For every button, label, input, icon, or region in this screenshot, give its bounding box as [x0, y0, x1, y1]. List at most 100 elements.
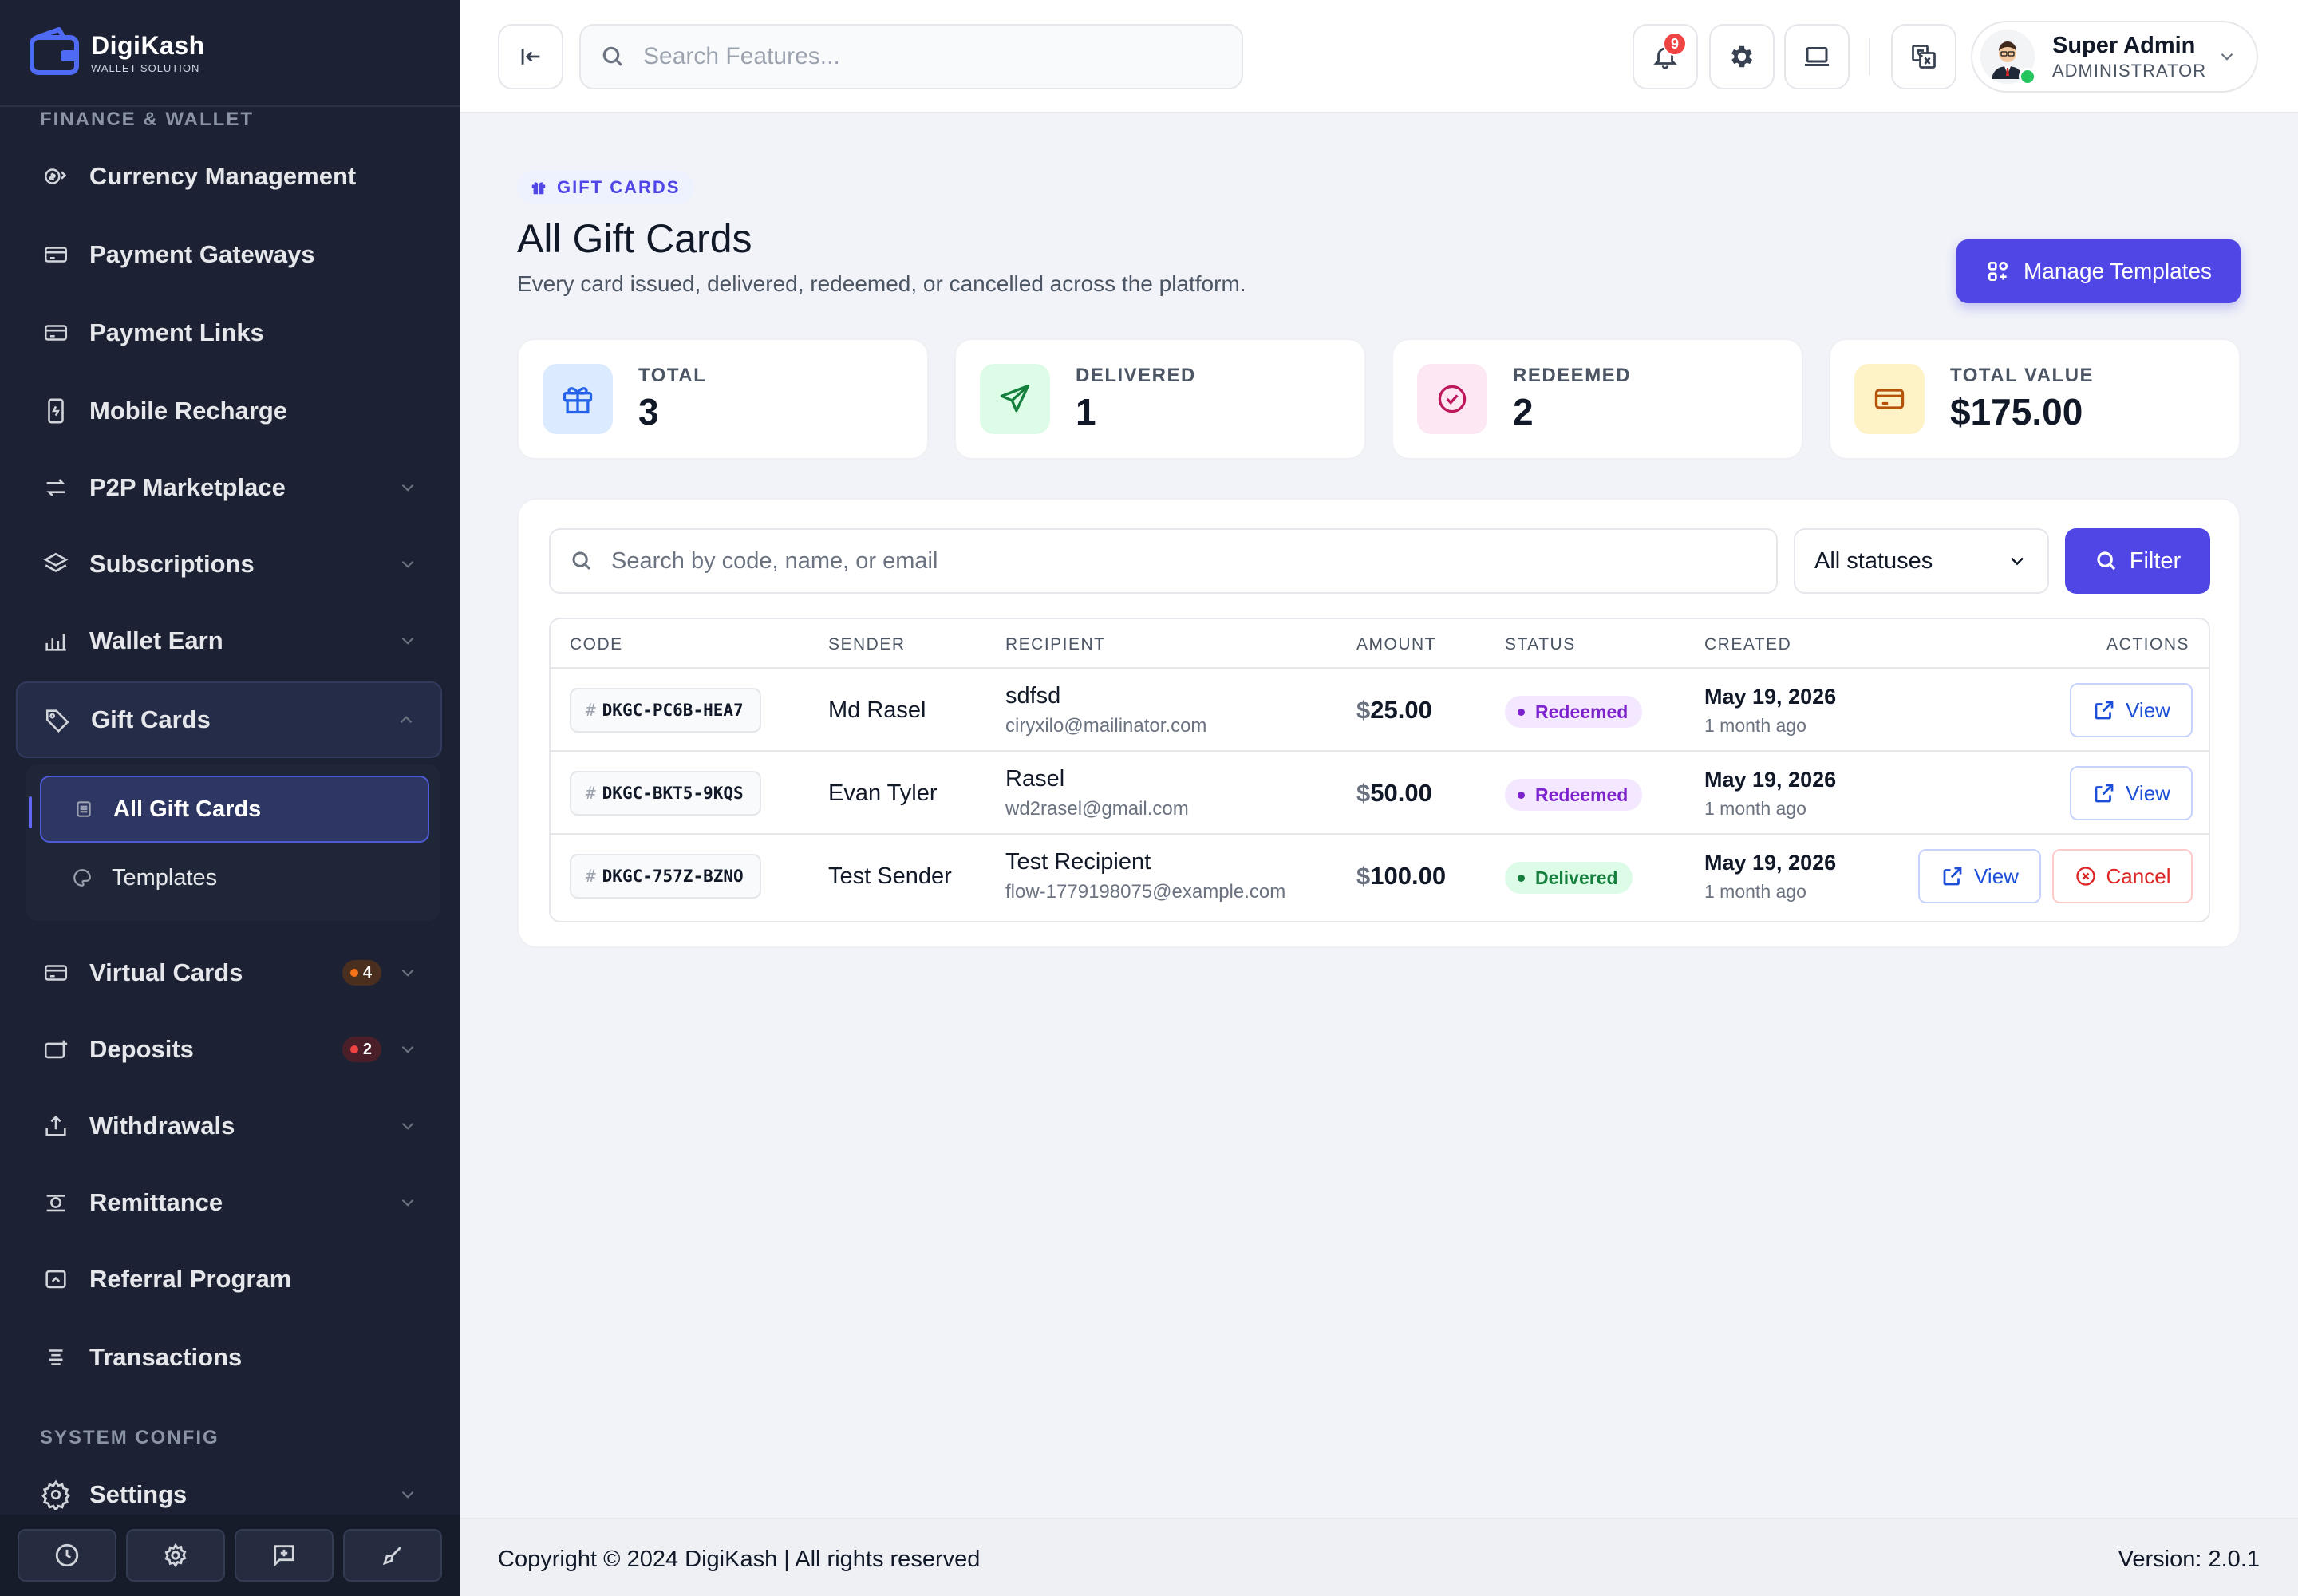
sidebar-item-remittance[interactable]: Remittance: [16, 1167, 442, 1238]
created-relative: 1 month ago: [1704, 798, 1806, 819]
created-relative: 1 month ago: [1704, 715, 1806, 736]
clear-cache-button[interactable]: [343, 1529, 442, 1582]
collapse-left-icon: [521, 49, 540, 65]
manage-templates-button[interactable]: Manage Templates: [1956, 239, 2241, 303]
user-profile-menu[interactable]: Super Admin ADMINISTRATOR: [1971, 21, 2258, 93]
referral-icon: [40, 1263, 72, 1295]
search-icon: [602, 46, 622, 66]
support-button[interactable]: [235, 1529, 334, 1582]
view-button-label: View: [2126, 697, 2170, 722]
cancel-button[interactable]: Cancel: [2052, 849, 2193, 903]
gift-card-code[interactable]: # DKGC-BKT5-9KQS: [570, 771, 761, 816]
view-button-label: View: [1974, 863, 2019, 888]
sidebar-item-label: Subscriptions: [89, 550, 255, 578]
sidebar-item-wallet-earn[interactable]: Wallet Earn: [16, 605, 442, 677]
amount: $100.00: [1356, 862, 1446, 891]
sidebar-item-label: Transactions: [89, 1343, 243, 1371]
tag-icon: [41, 704, 73, 736]
created-date: May 19, 2026: [1704, 685, 1837, 709]
recipient-email: flow-1779198075@example.com: [1005, 881, 1286, 903]
section-system-config: SYSTEM CONFIG: [40, 1427, 219, 1448]
collapse-sidebar-button[interactable]: [498, 24, 563, 89]
message-plus-icon: [274, 1545, 294, 1567]
sidebar-item-payment-links[interactable]: Payment Links: [16, 297, 442, 369]
sidebar-item-gift-cards[interactable]: Gift Cards: [16, 681, 442, 758]
chevron-down-icon: [401, 1045, 414, 1053]
status-badge: Redeemed: [1505, 696, 1643, 728]
table-row: # DKGC-757Z-BZNO Test Sender Test Recipie…: [551, 835, 2209, 918]
chart-icon: [40, 625, 72, 657]
palette-icon: [73, 869, 91, 887]
sidebar-item-label: Wallet Earn: [89, 626, 223, 654]
chevron-down-icon: [2221, 53, 2233, 61]
gift-card-search[interactable]: [549, 528, 1778, 594]
table-row: # DKGC-BKT5-9KQS Evan Tyler Rasel wd2rase…: [551, 752, 2209, 835]
sidebar-item-withdrawals[interactable]: Withdrawals: [16, 1090, 442, 1162]
amount-value: 25.00: [1370, 696, 1432, 724]
brand[interactable]: DigiKash WALLET SOLUTION: [0, 0, 460, 107]
chevron-down-icon: [401, 637, 414, 645]
settings-button[interactable]: [1709, 24, 1775, 89]
table-row: # DKGC-PC6B-HEA7 Md Rasel sdfsd ciryxilo@…: [551, 669, 2209, 752]
upload-icon: [40, 1110, 72, 1142]
stat-label: TOTAL VALUE: [1950, 365, 2095, 386]
broom-icon: [382, 1547, 401, 1566]
sidebar-item-label: Virtual Cards: [89, 958, 243, 986]
sidebar-item-referral-program[interactable]: Referral Program: [16, 1243, 442, 1315]
sidebar-item-label: Gift Cards: [91, 705, 211, 733]
sender-name: Evan Tyler: [828, 780, 938, 806]
feature-search[interactable]: [579, 24, 1243, 89]
status-badge: Redeemed: [1505, 779, 1643, 811]
sidebar: DigiKash WALLET SOLUTION FINANCE & WALLE…: [0, 0, 460, 1596]
card-icon: [40, 239, 72, 271]
feature-search-input[interactable]: [643, 43, 1202, 70]
sidebar-item-label: Payment Gateways: [89, 240, 315, 268]
settings-quick-button[interactable]: [126, 1529, 225, 1582]
brand-tagline: WALLET SOLUTION: [91, 62, 200, 74]
sidebar-item-payment-gateways[interactable]: Payment Gateways: [16, 219, 442, 290]
notifications-button[interactable]: 9: [1633, 24, 1698, 89]
list-icon: [40, 1341, 72, 1373]
view-button[interactable]: View: [2070, 766, 2193, 820]
submenu-active-indicator: [29, 796, 32, 828]
filter-button[interactable]: Filter: [2065, 528, 2210, 594]
sidebar-item-virtual-cards[interactable]: Virtual Cards 4: [16, 937, 442, 1009]
translate-icon: [1912, 45, 1936, 69]
clock-button[interactable]: [18, 1529, 116, 1582]
external-link-icon: [1943, 867, 1962, 886]
created-date: May 19, 2026: [1704, 851, 1837, 875]
language-button[interactable]: [1891, 24, 1956, 89]
brand-name: DigiKash: [91, 31, 205, 60]
gift-card-code-value: DKGC-BKT5-9KQS: [602, 784, 744, 803]
gift-card-code-value: DKGC-757Z-BZNO: [602, 867, 744, 886]
table-header: CODE SENDER RECIPIENT AMOUNT STATUS CREA…: [551, 619, 2209, 669]
gift-card-search-input[interactable]: [611, 547, 1728, 575]
count-badge: 4: [342, 960, 381, 986]
version-text: Version: 2.0.1: [2118, 1547, 2260, 1572]
notification-count: 9: [1663, 32, 1687, 56]
online-status-dot: [2019, 68, 2036, 85]
view-button[interactable]: View: [1918, 849, 2041, 903]
exchange-icon: [40, 472, 72, 504]
sidebar-item-deposits[interactable]: Deposits 2: [16, 1013, 442, 1085]
copyright-text: Copyright © 2024 DigiKash | All rights r…: [498, 1547, 981, 1572]
view-button[interactable]: View: [2070, 683, 2193, 737]
gift-card-code[interactable]: # DKGC-757Z-BZNO: [570, 854, 761, 899]
sidebar-item-p2p-marketplace[interactable]: P2P Marketplace: [16, 452, 442, 523]
wallet-logo-icon: [30, 27, 79, 75]
clock-icon: [55, 1543, 79, 1567]
remit-icon: [40, 1187, 72, 1219]
device-view-button[interactable]: [1784, 24, 1850, 89]
sidebar-item-subscriptions[interactable]: Subscriptions: [16, 528, 442, 600]
sidebar-item-transactions[interactable]: Transactions: [16, 1321, 442, 1393]
submenu-item-templates[interactable]: Templates: [40, 844, 429, 911]
status-select[interactable]: All statuses: [1794, 528, 2049, 594]
sender-name: Md Rasel: [828, 697, 926, 723]
sidebar-item-currency-management[interactable]: Currency Management: [16, 140, 442, 212]
submenu-item-all-gift-cards[interactable]: All Gift Cards: [40, 776, 429, 843]
gift-card-code[interactable]: # DKGC-PC6B-HEA7: [570, 688, 761, 733]
card-icon: [40, 957, 72, 989]
sidebar-item-mobile-recharge[interactable]: Mobile Recharge: [16, 375, 442, 447]
stat-value: $175.00: [1950, 391, 2083, 433]
filter-button-label: Filter: [2129, 547, 2182, 574]
